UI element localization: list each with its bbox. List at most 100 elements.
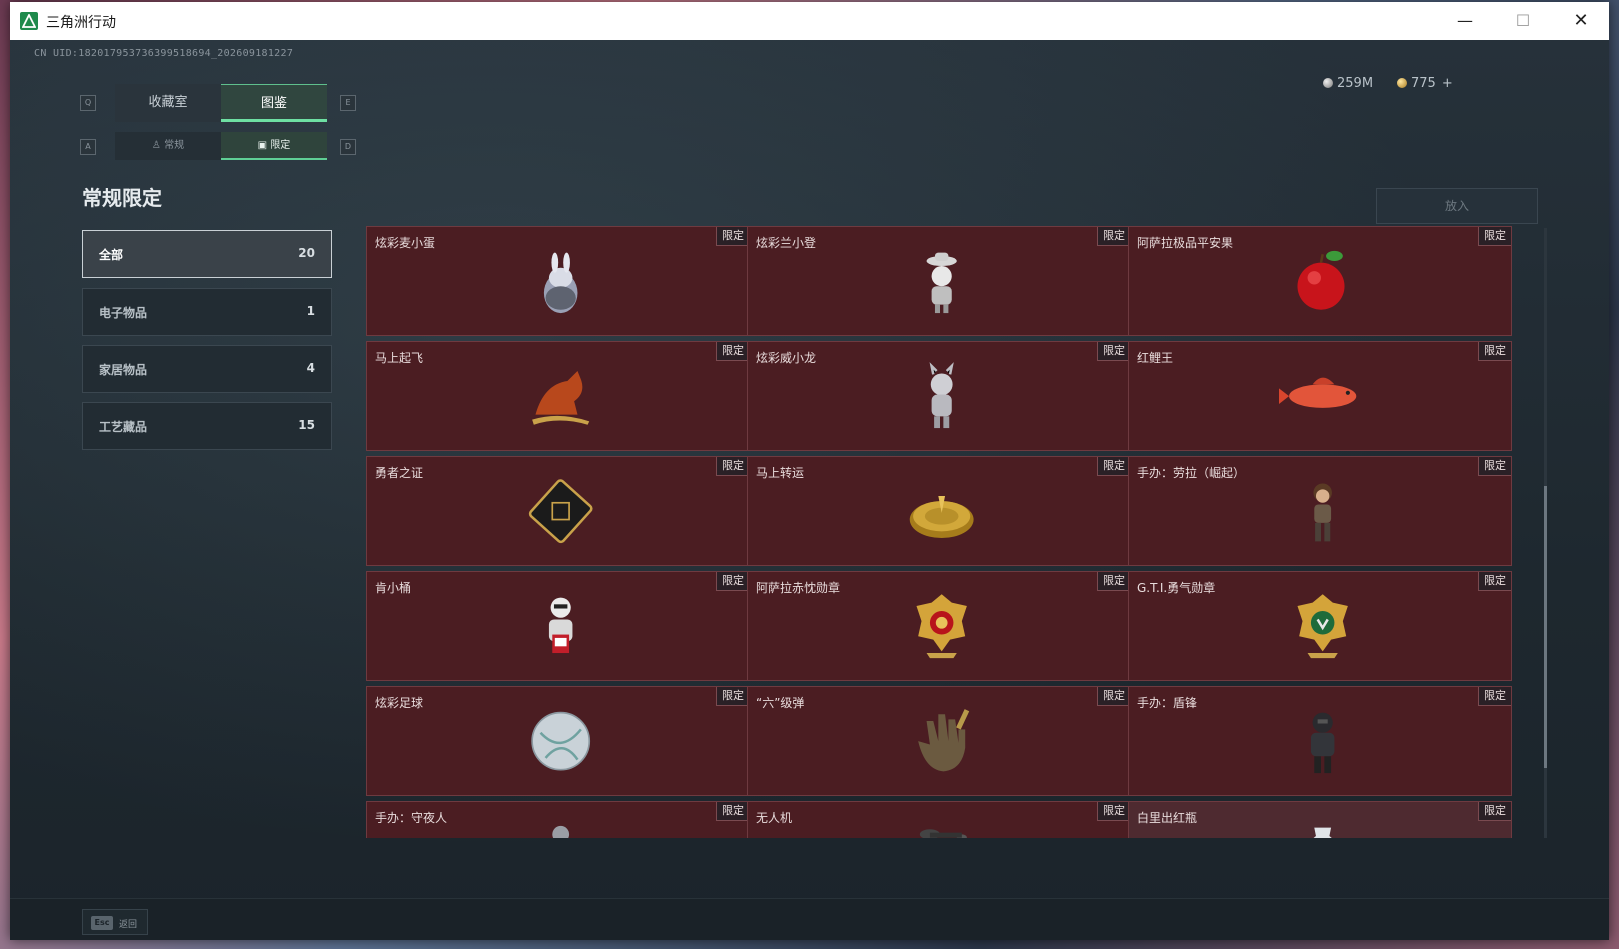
item-card[interactable]: 马上转运 限定	[747, 456, 1131, 566]
dragon-figure-icon	[929, 362, 954, 429]
sombrero-figure-icon	[926, 252, 957, 314]
item-name: 手办：盾锋	[1137, 696, 1198, 710]
category-count: 20	[298, 246, 315, 260]
grid-scrollbar[interactable]	[1544, 228, 1547, 838]
item-name: 无人机	[756, 811, 793, 825]
limited-tag: 限定	[1097, 342, 1130, 361]
figure-icon	[552, 825, 570, 838]
uid-label: CN UID:182017953736399518694_20260918122…	[34, 48, 294, 59]
category-label: 全部	[99, 248, 124, 262]
drone-icon	[919, 829, 967, 838]
item-card[interactable]: 阿萨拉极品平安果 限定	[1128, 226, 1512, 336]
limited-tag: 限定	[1478, 572, 1511, 591]
item-name: G.T.I.勇气勋章	[1137, 581, 1216, 595]
item-card[interactable]: 手办：盾锋 限定	[1128, 686, 1512, 796]
item-name: 勇者之证	[375, 466, 424, 480]
gold-amount: 775	[1411, 76, 1436, 91]
red-medal-icon	[916, 594, 967, 659]
minimize-icon[interactable]: —	[1436, 2, 1494, 40]
regular-icon: ♙	[151, 140, 165, 151]
limited-tag: 限定	[716, 342, 749, 361]
item-card[interactable]: 炫彩兰小登 限定	[747, 226, 1131, 336]
item-name: 炫彩足球	[375, 696, 424, 710]
item-card[interactable]: 手办：劳拉（崛起） 限定	[1128, 456, 1512, 566]
soccer-ball-icon	[531, 711, 591, 771]
limited-tag: 限定	[716, 687, 749, 706]
subtab-limited[interactable]: ▣ 限定	[221, 132, 327, 160]
item-card[interactable]: G.T.I.勇气勋章 限定	[1128, 571, 1512, 681]
keyhint-a: A	[80, 139, 96, 155]
item-card[interactable]: “六”级弹 限定	[747, 686, 1131, 796]
limited-tag: 限定	[716, 457, 749, 476]
bucket-figure-icon	[548, 597, 573, 654]
limited-tag: 限定	[1478, 802, 1511, 821]
gold-coin-icon	[1397, 78, 1407, 88]
carp-fish-icon	[1279, 377, 1357, 408]
category-electronics[interactable]: 电子物品 1	[82, 288, 332, 336]
category-all[interactable]: 全部 20	[82, 230, 332, 278]
card-badge-icon	[528, 479, 593, 544]
tab-catalog[interactable]: 图鉴	[221, 84, 327, 122]
item-grid: 炫彩麦小蛋 限定 炫彩兰小登 限定 阿萨拉极品平安果 限定 马上起飞 限定 炫彩威小龙 限定 红鲤王…	[366, 226, 1546, 838]
esc-key-icon: Esc	[91, 916, 113, 930]
limited-tag: 限定	[1097, 457, 1130, 476]
gold-currency: 775 +	[1397, 76, 1453, 91]
limited-tag: 限定	[716, 572, 749, 591]
silver-currency: 259M	[1323, 76, 1373, 91]
category-crafts[interactable]: 工艺藏品 15	[82, 402, 332, 450]
silver-coin-icon	[1323, 78, 1333, 88]
subtab-regular[interactable]: ♙ 常规	[115, 132, 221, 160]
item-name: 肯小桶	[375, 581, 412, 595]
subtab-limited-label: 限定	[270, 140, 291, 151]
add-currency-button[interactable]: +	[1442, 76, 1453, 91]
window-title: 三角洲行动	[46, 15, 116, 31]
keyhint-e: E	[340, 95, 356, 111]
item-name: 炫彩威小龙	[756, 351, 817, 365]
item-name: 阿萨拉极品平安果	[1137, 236, 1234, 250]
tab-collection-room[interactable]: 收藏室	[115, 84, 221, 122]
item-card[interactable]: 手办：守夜人 限定	[366, 801, 750, 838]
item-card[interactable]: 无人机 限定	[747, 801, 1131, 838]
item-name: 马上起飞	[375, 351, 424, 365]
item-card[interactable]: 马上起飞 限定	[366, 341, 750, 451]
item-name: 手办：守夜人	[375, 811, 448, 825]
limited-tag: 限定	[1478, 227, 1511, 246]
app-logo-icon	[20, 12, 38, 30]
item-card[interactable]: 炫彩麦小蛋 限定	[366, 226, 750, 336]
item-card[interactable]: 白里出红瓶 限定	[1128, 801, 1512, 838]
vase-icon	[1313, 827, 1332, 838]
limited-tag: 限定	[1478, 687, 1511, 706]
item-card[interactable]: 炫彩足球 限定	[366, 686, 750, 796]
place-in-button[interactable]: 放入	[1376, 188, 1538, 224]
category-label: 家居物品	[99, 363, 148, 377]
item-card[interactable]: 红鲤王 限定	[1128, 341, 1512, 451]
item-name: 炫彩兰小登	[756, 236, 817, 250]
keyhint-q: Q	[80, 95, 96, 111]
scrollbar-thumb[interactable]	[1544, 486, 1547, 768]
close-icon[interactable]: ✕	[1552, 2, 1609, 40]
soldier-figure-icon	[1310, 712, 1335, 774]
title-bar: 三角洲行动 — ☐ ✕	[10, 2, 1609, 40]
limited-tag: 限定	[716, 802, 749, 821]
limited-tag: 限定	[1478, 457, 1511, 476]
category-label: 工艺藏品	[99, 420, 148, 434]
item-name: 阿萨拉赤忱勋章	[756, 581, 841, 595]
item-name: 炫彩麦小蛋	[375, 236, 436, 250]
category-count: 15	[298, 418, 315, 432]
back-button[interactable]: Esc 返回	[82, 909, 148, 935]
back-label: 返回	[119, 920, 138, 930]
limited-icon: ▣	[257, 140, 271, 151]
item-card[interactable]: 勇者之证 限定	[366, 456, 750, 566]
apple-icon	[1297, 250, 1345, 310]
maximize-icon[interactable]: ☐	[1494, 2, 1552, 40]
keyhint-d: D	[340, 139, 356, 155]
main-tabs: 收藏室 图鉴	[115, 84, 327, 122]
item-name: “六”级弹	[756, 696, 805, 710]
category-household[interactable]: 家居物品 4	[82, 345, 332, 393]
item-card[interactable]: 肯小桶 限定	[366, 571, 750, 681]
item-card[interactable]: 炫彩威小龙 限定	[747, 341, 1131, 451]
collection-screen: CN UID:182017953736399518694_20260918122…	[10, 40, 1609, 940]
silver-amount: 259M	[1337, 76, 1374, 91]
item-card[interactable]: 阿萨拉赤忱勋章 限定	[747, 571, 1131, 681]
limited-tag: 限定	[1097, 572, 1130, 591]
